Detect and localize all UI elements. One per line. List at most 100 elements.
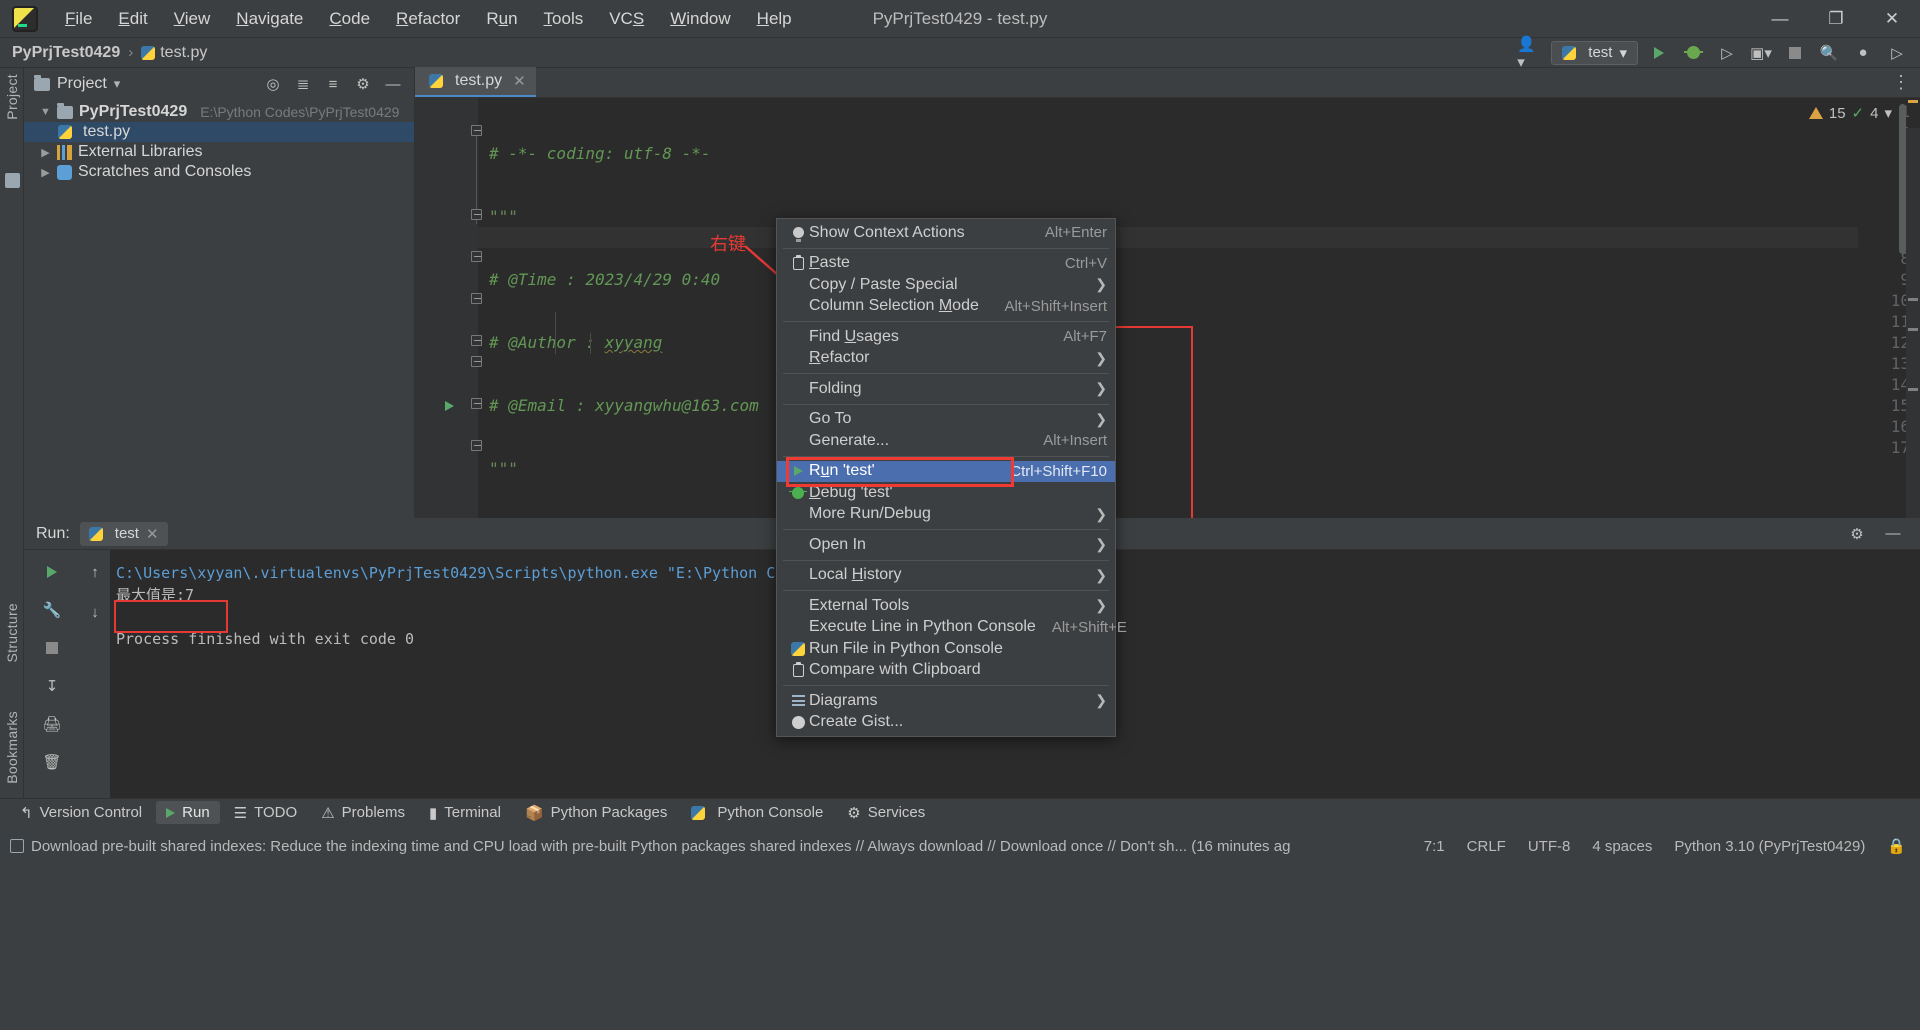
- menu-item-view[interactable]: View: [161, 4, 224, 34]
- menu-item-file[interactable]: File: [52, 4, 105, 34]
- menu-item-edit[interactable]: Edit: [105, 4, 160, 34]
- close-icon[interactable]: ✕: [513, 72, 526, 90]
- context-menu-item-local-history[interactable]: Local History ❯: [777, 565, 1115, 587]
- rerun-button[interactable]: [39, 560, 65, 584]
- sidebar-tab-structure[interactable]: Structure: [4, 603, 20, 663]
- down-arrow-icon[interactable]: ↓: [82, 600, 108, 624]
- context-menu-item-debug-test[interactable]: Debug 'test': [777, 482, 1115, 504]
- editor-gutter[interactable]: [415, 98, 478, 518]
- context-menu-item-find-usages[interactable]: Find Usages Alt+F7: [777, 326, 1115, 348]
- locate-file-icon[interactable]: ◎: [260, 72, 286, 96]
- editor-right-gutter[interactable]: [1906, 128, 1920, 518]
- tree-item-project-root[interactable]: ▼ PyPrjTest0429 E:\Python Codes\PyPrjTes…: [24, 102, 414, 122]
- context-menu-item-open-in[interactable]: Open In ❯: [777, 534, 1115, 556]
- indent-setting[interactable]: 4 spaces: [1592, 838, 1652, 855]
- delete-icon[interactable]: 🗑: [39, 750, 65, 774]
- stop-button[interactable]: [1782, 41, 1808, 65]
- bottom-tab-todo[interactable]: ☰ TODO: [224, 801, 308, 825]
- caret-position[interactable]: 7:1: [1424, 838, 1445, 855]
- context-menu[interactable]: Show Context Actions Alt+Enter Paste Ctr…: [776, 218, 1127, 737]
- context-menu-item-go-to[interactable]: Go To ❯: [777, 409, 1115, 431]
- chevron-down-icon[interactable]: ▼: [40, 106, 51, 118]
- hide-panel-icon[interactable]: —: [1880, 522, 1906, 546]
- status-message[interactable]: Download pre-built shared indexes: Reduc…: [31, 838, 1290, 855]
- context-menu-item-create-gist[interactable]: Create Gist...: [777, 712, 1115, 734]
- context-menu-item-compare-with-clipboard[interactable]: Compare with Clipboard: [777, 660, 1115, 682]
- collapse-all-icon[interactable]: ≡: [320, 72, 346, 96]
- menu-item-vcs[interactable]: VCS: [596, 4, 657, 34]
- context-menu-item-generate[interactable]: Generate... Alt+Insert: [777, 430, 1115, 452]
- tree-item-external-libraries[interactable]: ▶ External Libraries: [24, 142, 414, 162]
- run-button[interactable]: [1646, 41, 1672, 65]
- settings-wrench-icon[interactable]: 🔧: [39, 598, 65, 622]
- context-menu-item-folding[interactable]: Folding ❯: [777, 378, 1115, 400]
- chevron-right-icon[interactable]: ▶: [40, 166, 51, 179]
- run-configuration-selector[interactable]: test ▾: [1551, 40, 1638, 65]
- bottom-tab-python-console[interactable]: Python Console: [681, 801, 833, 824]
- menu-item-window[interactable]: Window: [657, 4, 743, 34]
- bottom-tab-version-control[interactable]: ↰ Version Control: [10, 801, 152, 825]
- hide-panel-icon[interactable]: —: [380, 72, 406, 96]
- menu-item-code[interactable]: Code: [316, 4, 383, 34]
- inspection-widget[interactable]: 15 ✓ 4 ▾: [1808, 104, 1892, 122]
- menu-item-tools[interactable]: Tools: [531, 4, 597, 34]
- sidebar-tab-bookmarks[interactable]: Bookmarks: [4, 711, 20, 784]
- bottom-tab-services[interactable]: ⚙ Services: [837, 801, 935, 825]
- chevron-right-icon[interactable]: ▶: [40, 146, 51, 159]
- editor-options-icon[interactable]: ⋮: [1892, 72, 1910, 93]
- code-editor[interactable]: 1 2 3 4 5 6 7 8 9 10 11 12 13 14 15 16 1…: [415, 98, 1920, 518]
- python-interpreter[interactable]: Python 3.10 (PyPrjTest0429): [1674, 838, 1865, 855]
- context-menu-item-show-context-actions[interactable]: Show Context Actions Alt+Enter: [777, 222, 1115, 244]
- context-menu-item-refactor[interactable]: Refactor ❯: [777, 348, 1115, 370]
- run-coverage-button[interactable]: ▷: [1714, 41, 1740, 65]
- sidebar-tab-project[interactable]: Project: [4, 74, 20, 120]
- breadcrumb-file[interactable]: test.py: [160, 44, 207, 62]
- menu-item-refactor[interactable]: Refactor: [383, 4, 473, 34]
- menu-item-run[interactable]: Run: [473, 4, 530, 34]
- run-gutter-icon[interactable]: [445, 401, 454, 411]
- bottom-tab-python-packages[interactable]: 📦 Python Packages: [515, 801, 677, 825]
- print-icon[interactable]: 🖨: [39, 712, 65, 736]
- scroll-to-end-icon[interactable]: ↧: [39, 674, 65, 698]
- bottom-tab-problems[interactable]: ⚠ Problems: [311, 801, 415, 825]
- context-menu-item-run-test[interactable]: Run 'test' Ctrl+Shift+F10: [777, 460, 1115, 482]
- stop-button[interactable]: [39, 636, 65, 660]
- bottom-tab-run[interactable]: Run: [156, 801, 220, 824]
- chevron-down-icon[interactable]: ▾: [1884, 104, 1892, 122]
- bottom-tab-terminal[interactable]: ▮ Terminal: [419, 801, 511, 825]
- project-files-icon[interactable]: [5, 173, 20, 188]
- close-button[interactable]: ✕: [1864, 0, 1920, 38]
- context-menu-item-copy-paste-special[interactable]: Copy / Paste Special ❯: [777, 274, 1115, 296]
- context-menu-item-run-file-in-python-console[interactable]: Run File in Python Console: [777, 638, 1115, 660]
- gear-icon[interactable]: ⚙: [1844, 522, 1870, 546]
- context-menu-item-execute-line-in-python-console[interactable]: Execute Line in Python Console Alt+Shift…: [777, 617, 1127, 639]
- maximize-button[interactable]: ❐: [1808, 0, 1864, 38]
- search-icon[interactable]: 🔍: [1816, 41, 1842, 65]
- run-tab-test[interactable]: test ✕: [79, 521, 168, 546]
- ide-actions-icon[interactable]: ▷: [1884, 41, 1910, 65]
- file-encoding[interactable]: UTF-8: [1528, 838, 1571, 855]
- context-menu-item-diagrams[interactable]: Diagrams ❯: [777, 690, 1115, 712]
- context-menu-item-paste[interactable]: Paste Ctrl+V: [777, 253, 1115, 275]
- editor-tab-test-py[interactable]: test.py ✕: [415, 67, 536, 97]
- profile-button[interactable]: ▣▾: [1748, 41, 1774, 65]
- tree-item-scratches[interactable]: ▶ Scratches and Consoles: [24, 162, 414, 182]
- lock-icon[interactable]: 🔒: [1887, 837, 1906, 855]
- breadcrumb-project[interactable]: PyPrjTest0429: [12, 44, 120, 62]
- up-arrow-icon[interactable]: ↑: [82, 560, 108, 584]
- editor-vertical-scrollbar[interactable]: [1899, 104, 1906, 254]
- user-icon[interactable]: 👤▾: [1517, 36, 1543, 71]
- gear-icon[interactable]: ⚙: [350, 72, 376, 96]
- context-menu-item-external-tools[interactable]: External Tools ❯: [777, 595, 1115, 617]
- close-icon[interactable]: ✕: [146, 525, 159, 543]
- minimize-button[interactable]: —: [1752, 0, 1808, 38]
- context-menu-item-more-run-debug[interactable]: More Run/Debug ❯: [777, 504, 1115, 526]
- menu-item-help[interactable]: Help: [744, 4, 805, 34]
- expand-all-icon[interactable]: ≣: [290, 72, 316, 96]
- menu-item-navigate[interactable]: Navigate: [223, 4, 316, 34]
- context-menu-item-column-selection-mode[interactable]: Column Selection Mode Alt+Shift+Insert: [777, 296, 1115, 318]
- chevron-down-icon[interactable]: ▾: [114, 76, 121, 92]
- debug-button[interactable]: [1680, 41, 1706, 65]
- tree-item-test-py[interactable]: test.py: [24, 122, 414, 142]
- updates-icon[interactable]: ●: [1850, 41, 1876, 65]
